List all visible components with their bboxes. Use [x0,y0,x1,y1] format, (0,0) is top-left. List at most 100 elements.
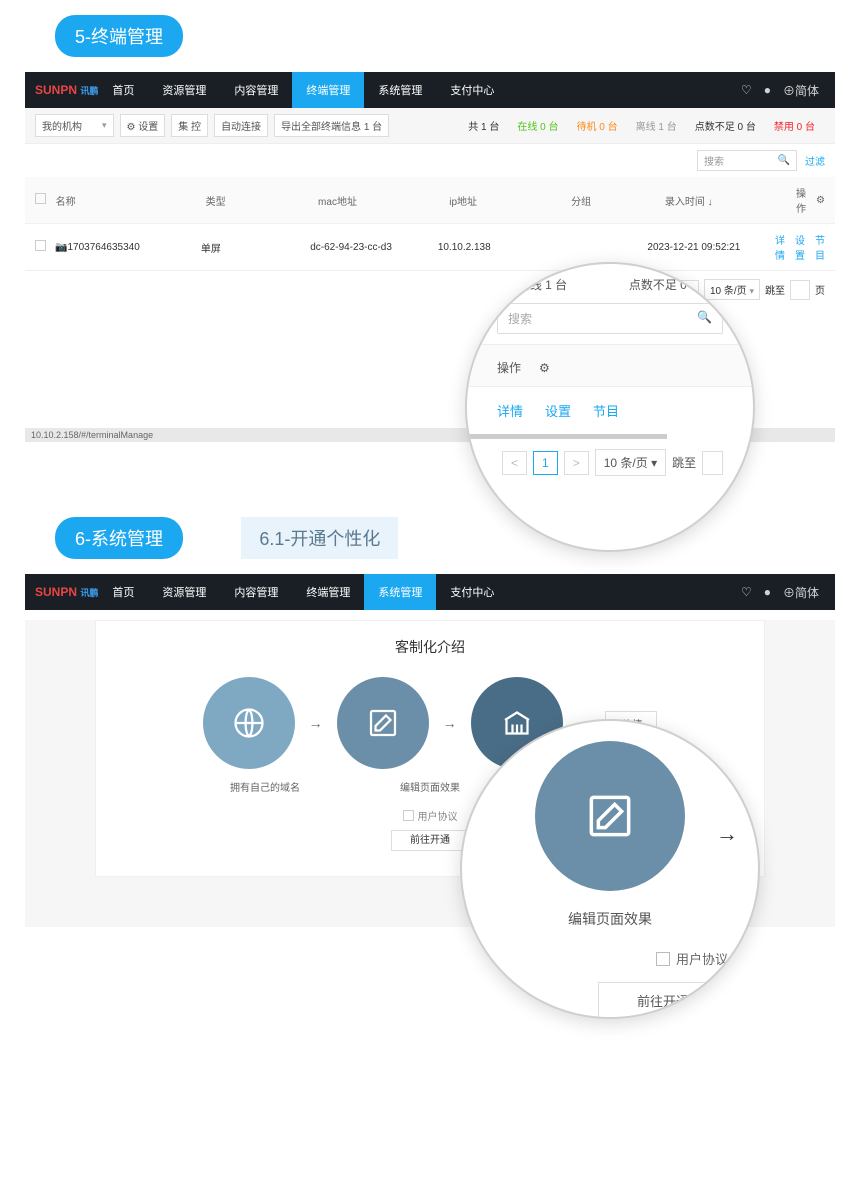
zoom-lowpoints: 点数不足 0 台 [629,276,702,293]
search-icon: 🔍 [778,155,790,166]
zoom-go-button[interactable]: 前往开通 [598,982,728,1019]
nav-home[interactable]: 首页 [98,574,148,610]
status-standby: 待机 0 台 [577,118,618,133]
col-group: 分组 [571,193,665,208]
protocol-checkbox[interactable] [403,810,414,821]
filter-link[interactable]: 过滤 [805,153,825,168]
terminal-table: 名称 类型 mac地址 ip地址 分组 录入时间 ↓ 操作⚙ 📷17037646… [25,177,835,271]
export-button[interactable]: 导出全部终端信息 1 台 [274,114,389,137]
cell-ip: 10.10.2.138 [438,242,556,253]
zoom-pager-next[interactable]: > [564,451,589,475]
nav-terminal[interactable]: 终端管理 [292,574,364,610]
zoom-jump-input[interactable] [702,451,723,475]
lang-label[interactable]: ⊕简体 [783,584,819,601]
checkbox-all[interactable] [35,193,46,204]
zoom-step-label: 编辑页面效果 [462,909,758,929]
nav-system[interactable]: 系统管理 [364,574,436,610]
status-offline: 离线 1 台 [636,118,677,133]
filter-row: 搜索🔍 过滤 [25,144,835,177]
card-title: 客制化介绍 [96,637,764,657]
col-ip: ip地址 [449,193,571,208]
nav-resource[interactable]: 资源管理 [148,574,220,610]
nav-system[interactable]: 系统管理 [364,72,436,108]
edit-icon [582,788,638,844]
step-1-circle [203,677,295,769]
sort-icon[interactable]: ↓ [708,197,713,208]
app-system-manage: SUNPN 讯鹏 首页 资源管理 内容管理 终端管理 系统管理 支付中心 ♡ ●… [25,574,835,927]
cell-time: 2023-12-21 09:52:21 [647,242,775,253]
toolbar: 我的机构▾ ⚙ 设置 集 控 自动连接 导出全部终端信息 1 台 共 1 台 在… [25,108,835,144]
col-mac: mac地址 [318,193,449,208]
zoom-jump-label: 跳至 [672,454,696,471]
status-disabled: 禁用 0 台 [774,118,815,133]
settings-button[interactable]: ⚙ 设置 [120,114,166,137]
status-online: 在线 0 台 [517,118,558,133]
nav-content[interactable]: 内容管理 [220,72,292,108]
pager-page-suffix: 页 [815,282,825,297]
edit-icon [365,705,401,741]
pager-jump-input[interactable] [790,280,810,300]
cell-mac: dc-62-94-23-cc-d3 [310,242,438,253]
pager-jump-label: 跳至 [765,282,785,297]
bell-icon[interactable]: ♡ [741,585,752,599]
arrow-icon: → [443,715,457,731]
navbar-2: SUNPN 讯鹏 首页 资源管理 内容管理 终端管理 系统管理 支付中心 ♡ ●… [25,574,835,610]
zoom-offline: 离线 1 台 [518,276,567,293]
status-row: 共 1 台 在线 0 台 待机 0 台 离线 1 台 点数不足 0 台 禁用 0… [468,118,825,133]
arrow-icon: → [309,715,323,731]
step-1-label: 拥有自己的域名 [230,779,300,794]
nav-payment[interactable]: 支付中心 [436,574,508,610]
section-6-1-heading: 6.1-开通个性化 [241,517,398,559]
zoom-pager-cur[interactable]: 1 [533,451,558,475]
zoom-pager-size[interactable]: 10 条/页 ▾ [595,449,666,476]
checkbox-row[interactable] [35,240,46,251]
search-input[interactable]: 搜索🔍 [697,150,797,171]
logo: SUNPN 讯鹏 [35,585,98,599]
nav-home[interactable]: 首页 [98,72,148,108]
zoom-protocol-label: 用户协议 [676,949,728,968]
col-name: 名称 [56,193,206,208]
col-time: 录入时间 ↓ [665,193,796,208]
zoom-op-detail[interactable]: 详情 [497,401,523,420]
zoom-op-settings[interactable]: 设置 [545,401,571,420]
gear-icon[interactable]: ⚙ [816,195,825,206]
status-total: 共 1 台 [468,118,499,133]
org-select[interactable]: 我的机构▾ [35,114,114,137]
cell-type: 单屏 [201,240,310,255]
zoom-lens-1: 离线 1 台 点数不足 0 台 搜索🔍 操作⚙ 详情 设置 节目 < 1 > 1… [465,262,755,552]
col-ops: 操作⚙ [796,185,825,215]
autoconn-button[interactable]: 自动连接 [214,114,268,137]
nav-resource[interactable]: 资源管理 [148,72,220,108]
table-header: 名称 类型 mac地址 ip地址 分组 录入时间 ↓ 操作⚙ [25,177,835,224]
op-program[interactable]: 节目 [815,232,825,262]
user-icon[interactable]: ● [764,585,771,599]
nav-content[interactable]: 内容管理 [220,574,292,610]
zoom-ops-header: 操作⚙ [467,344,753,387]
globe-icon [231,705,267,741]
app-terminal-manage: SUNPN 讯鹏 首页 资源管理 内容管理 终端管理 系统管理 支付中心 ♡ ●… [25,72,835,442]
op-settings[interactable]: 设置 [795,232,805,262]
user-icon[interactable]: ● [764,83,771,97]
collapse-button[interactable]: 集 控 [171,114,208,137]
gear-icon[interactable]: ⚙ [539,361,550,375]
zoom-op-program[interactable]: 节目 [593,401,619,420]
navbar: SUNPN 讯鹏 首页 资源管理 内容管理 终端管理 系统管理 支付中心 ♡ ●… [25,72,835,108]
zoom-search-input[interactable]: 搜索🔍 [497,303,723,334]
go-activate-button[interactable]: 前往开通 [391,830,469,851]
cell-name: 📷1703764635340 [55,242,201,253]
op-detail[interactable]: 详情 [775,232,785,262]
bell-icon[interactable]: ♡ [741,83,752,97]
nav-terminal[interactable]: 终端管理 [292,72,364,108]
protocol-label: 用户协议 [418,808,458,823]
section-6-badge: 6-系统管理 [55,517,183,559]
step-2-circle [337,677,429,769]
step-2-label: 编辑页面效果 [400,779,460,794]
zoom-protocol-checkbox[interactable] [656,952,670,966]
lang-label[interactable]: ⊕简体 [783,82,819,99]
nav-payment[interactable]: 支付中心 [436,72,508,108]
chevron-down-icon: ▾ [102,120,107,131]
status-lowpoints: 点数不足 0 台 [695,118,756,133]
zoom-step-circle [535,741,685,891]
zoom-pager-prev[interactable]: < [502,451,527,475]
logo: SUNPN 讯鹏 [35,83,98,97]
